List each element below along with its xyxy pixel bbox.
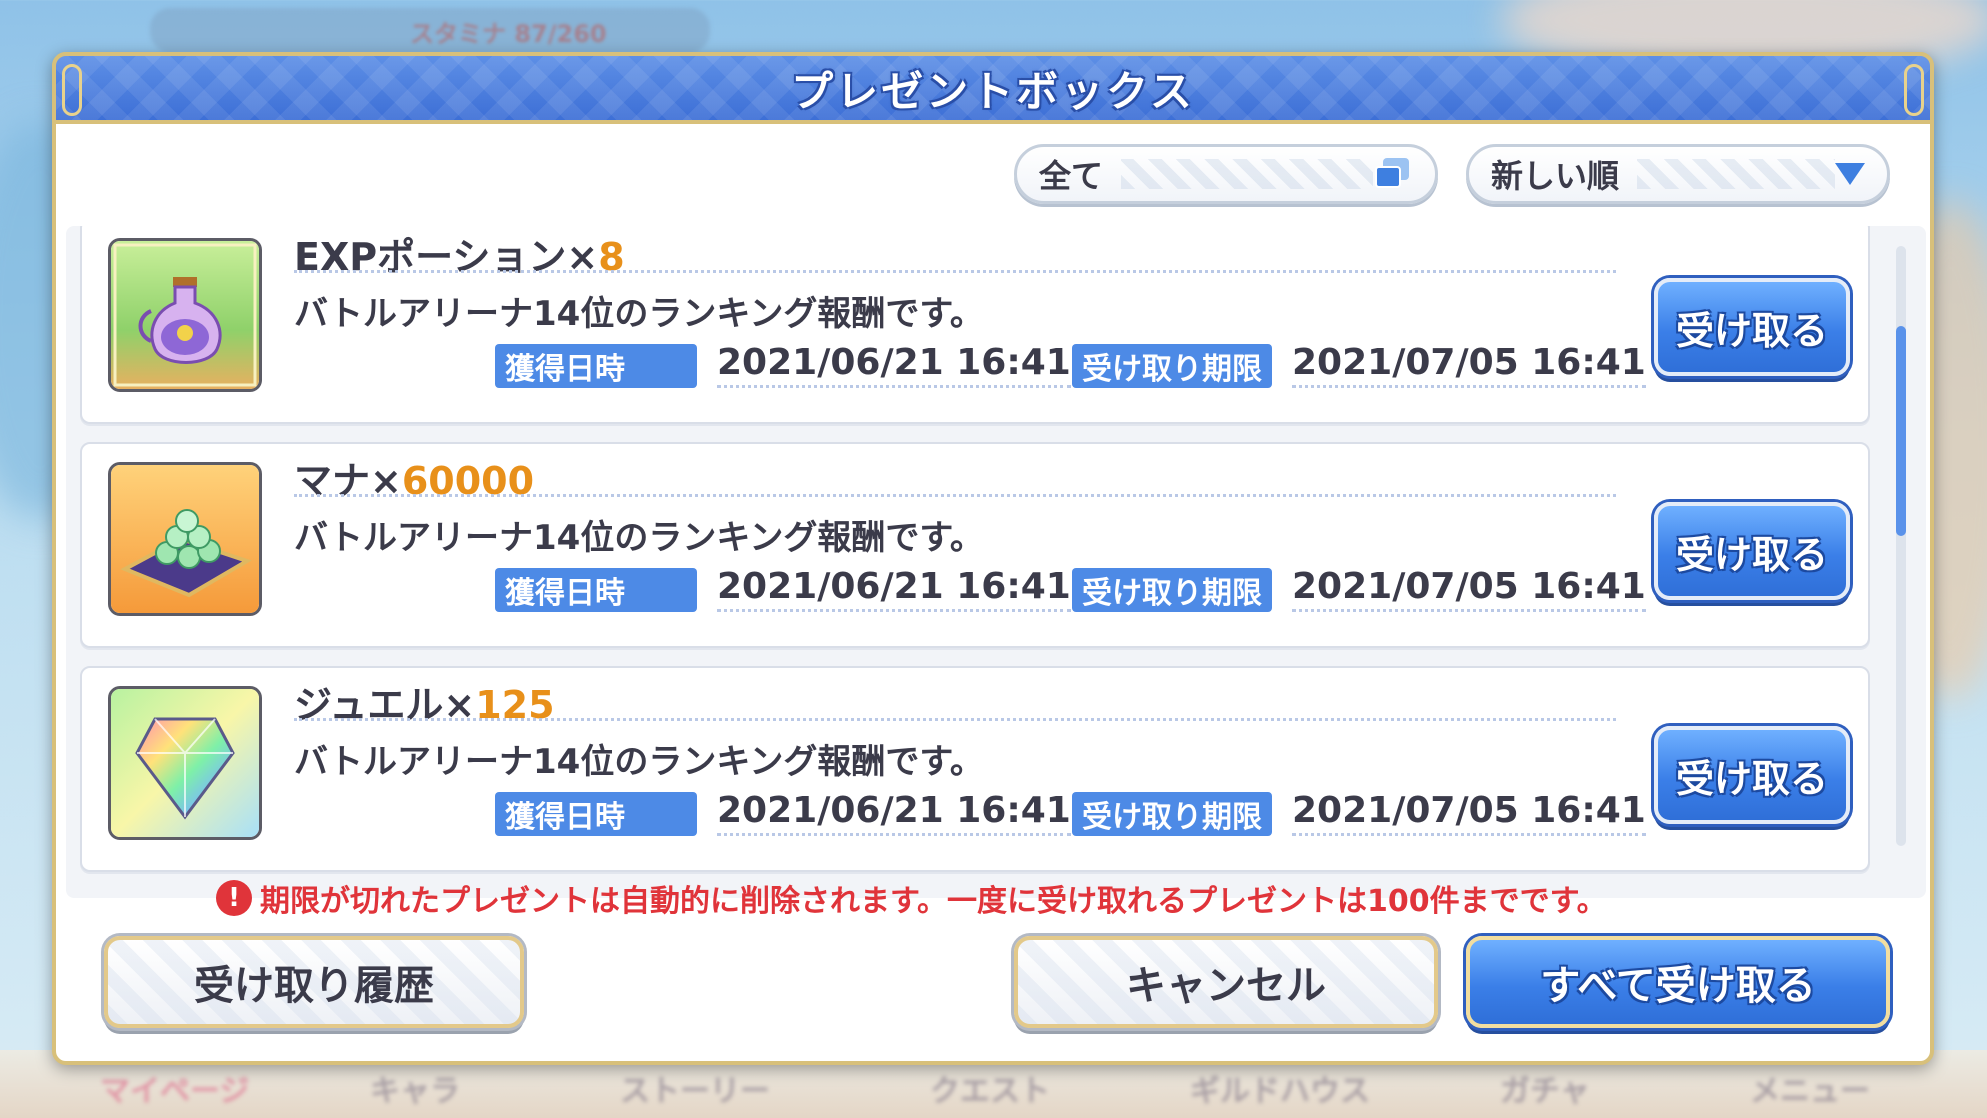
background-stamina: スタミナ 87/260 bbox=[410, 20, 607, 48]
dialog-header: プレゼントボックス bbox=[52, 52, 1934, 124]
claim-button[interactable]: 受け取る bbox=[1654, 726, 1850, 824]
history-button[interactable]: 受け取り履歴 bbox=[104, 936, 524, 1028]
claim-button[interactable]: 受け取る bbox=[1654, 502, 1850, 600]
acquired-date: 2021/06/21 16:41 bbox=[717, 790, 1071, 836]
scrollbar-thumb[interactable] bbox=[1896, 326, 1906, 536]
present-list[interactable]: EXPポーション×8 バトルアリーナ14位のランキング報酬です。 獲得日時 20… bbox=[66, 226, 1926, 898]
chevron-down-icon bbox=[1835, 163, 1865, 185]
exp-potion-icon bbox=[108, 238, 262, 392]
item-description: バトルアリーナ14位のランキング報酬です。 bbox=[294, 742, 984, 782]
jewel-icon bbox=[108, 686, 262, 840]
scrollbar[interactable] bbox=[1896, 246, 1906, 846]
deadline-tag: 受け取り期限 bbox=[1072, 568, 1272, 612]
deadline-date: 2021/07/05 16:41 bbox=[1292, 566, 1646, 612]
cancel-button[interactable]: キャンセル bbox=[1014, 936, 1438, 1028]
present-box-dialog: プレゼントボックス 全て 新しい順 EXPポーション×8 バトルアリーナ14位の… bbox=[52, 52, 1934, 1065]
nav-item-mypage: マイページ bbox=[100, 1074, 250, 1109]
header-corner-ornament bbox=[62, 64, 82, 116]
deadline-date: 2021/07/05 16:41 bbox=[1292, 342, 1646, 388]
list-item: マナ×60000 バトルアリーナ14位のランキング報酬です。 獲得日時 2021… bbox=[80, 442, 1870, 648]
nav-item-gacha: ガチャ bbox=[1500, 1074, 1590, 1109]
divider bbox=[294, 718, 1616, 721]
notice-text: 期限が切れたプレゼントは自動的に削除されます。一度に受け取れるプレゼントは100… bbox=[260, 884, 1607, 919]
nav-item-story: ストーリー bbox=[620, 1074, 770, 1109]
stack-icon bbox=[1373, 158, 1413, 190]
deadline-tag: 受け取り期限 bbox=[1072, 344, 1272, 388]
header-corner-ornament bbox=[1904, 64, 1924, 116]
expiry-notice: ! 期限が切れたプレゼントは自動的に削除されます。一度に受け取れるプレゼントは1… bbox=[216, 876, 1607, 920]
nav-item-quest: クエスト bbox=[930, 1074, 1050, 1109]
filter-pattern bbox=[1121, 159, 1373, 189]
mana-icon bbox=[108, 462, 262, 616]
sort-pattern bbox=[1637, 159, 1835, 189]
acquired-tag: 獲得日時 bbox=[495, 344, 697, 388]
sort-label: 新しい順 bbox=[1491, 157, 1620, 195]
filter-dropdown[interactable]: 全て bbox=[1014, 144, 1438, 204]
item-description: バトルアリーナ14位のランキング報酬です。 bbox=[294, 518, 984, 558]
nav-item-character: キャラ bbox=[370, 1074, 460, 1109]
divider bbox=[294, 494, 1616, 497]
acquired-tag: 獲得日時 bbox=[495, 568, 697, 612]
nav-item-menu: メニュー bbox=[1750, 1074, 1870, 1109]
claim-button[interactable]: 受け取る bbox=[1654, 278, 1850, 376]
acquired-tag: 獲得日時 bbox=[495, 792, 697, 836]
item-description: バトルアリーナ14位のランキング報酬です。 bbox=[294, 294, 984, 334]
sort-dropdown[interactable]: 新しい順 bbox=[1466, 144, 1890, 204]
acquired-date: 2021/06/21 16:41 bbox=[717, 342, 1071, 388]
deadline-tag: 受け取り期限 bbox=[1072, 792, 1272, 836]
divider bbox=[294, 270, 1616, 273]
warning-icon: ! bbox=[216, 880, 252, 916]
nav-item-guildhouse: ギルドハウス bbox=[1190, 1074, 1370, 1109]
list-item: ジュエル×125 バトルアリーナ14位のランキング報酬です。 獲得日時 2021… bbox=[80, 666, 1870, 872]
deadline-date: 2021/07/05 16:41 bbox=[1292, 790, 1646, 836]
acquired-date: 2021/06/21 16:41 bbox=[717, 566, 1071, 612]
list-item: EXPポーション×8 バトルアリーナ14位のランキング報酬です。 獲得日時 20… bbox=[80, 226, 1870, 424]
dialog-title: プレゼントボックス bbox=[791, 66, 1195, 116]
filter-label: 全て bbox=[1039, 157, 1104, 195]
claim-all-button[interactable]: すべて受け取る bbox=[1466, 936, 1890, 1028]
